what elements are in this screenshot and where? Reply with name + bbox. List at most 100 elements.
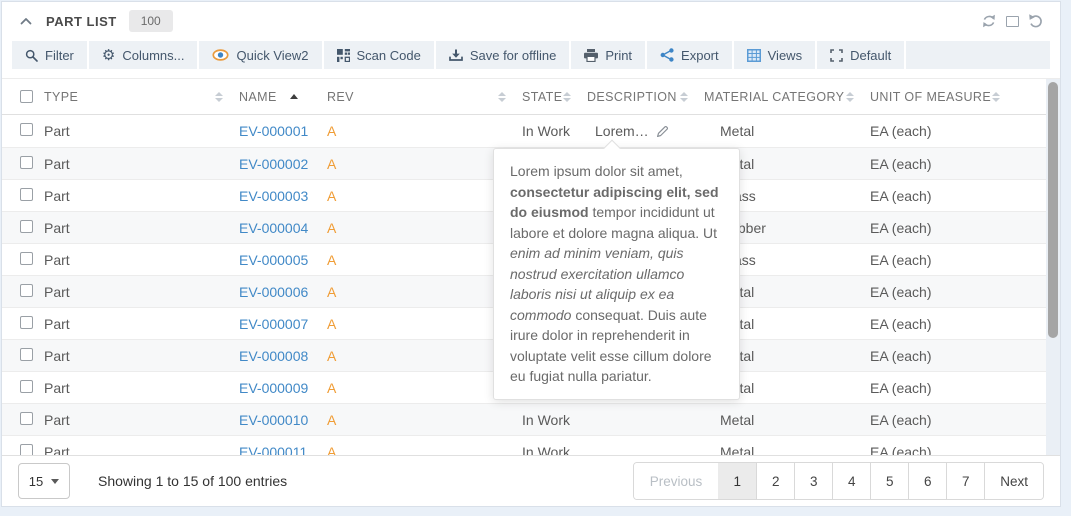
page-number-button[interactable]: 7 xyxy=(946,463,984,499)
row-checkbox[interactable] xyxy=(20,188,33,201)
type-cell: Part xyxy=(44,444,239,456)
eye-icon xyxy=(212,49,229,61)
qr-code-icon xyxy=(337,49,350,62)
row-checkbox[interactable] xyxy=(20,156,33,169)
next-page-button[interactable]: Next xyxy=(984,463,1043,499)
sort-icon xyxy=(992,92,1000,102)
export-button[interactable]: Export xyxy=(647,41,732,69)
row-checkbox[interactable] xyxy=(20,284,33,297)
material-cell: Metal xyxy=(704,123,870,139)
column-header-rev[interactable]: REV xyxy=(327,90,522,104)
rev-cell: A xyxy=(327,412,522,428)
vertical-scrollbar-thumb[interactable] xyxy=(1048,82,1058,338)
part-list-panel: PART LIST 100 xyxy=(1,1,1061,507)
tooltip-text: Lorem ipsum dolor sit amet, consectetur … xyxy=(510,163,719,384)
row-checkbox[interactable] xyxy=(20,348,33,361)
uom-cell: EA (each) xyxy=(870,380,1046,396)
part-name-link[interactable]: EV-000001 xyxy=(239,123,308,139)
row-checkbox[interactable] xyxy=(20,380,33,393)
state-cell: In Work xyxy=(522,444,587,456)
download-icon xyxy=(449,49,463,62)
uom-cell: EA (each) xyxy=(870,348,1046,364)
undo-icon xyxy=(1028,13,1044,29)
type-cell: Part xyxy=(44,123,239,139)
part-name-link[interactable]: EV-000004 xyxy=(239,220,308,236)
share-icon xyxy=(660,48,674,62)
uom-cell: EA (each) xyxy=(870,123,1046,139)
rev-cell: A xyxy=(327,123,522,139)
part-name-link[interactable]: EV-000006 xyxy=(239,284,308,300)
part-name-link[interactable]: EV-000007 xyxy=(239,316,308,332)
page-number-button[interactable]: 2 xyxy=(756,463,794,499)
column-header-description[interactable]: DESCRIPTION xyxy=(587,90,704,104)
table-header-row: TYPE NAME REV STATE DESCRIPTION xyxy=(2,79,1046,115)
default-view-button[interactable]: Default xyxy=(817,41,904,69)
sort-icon xyxy=(680,92,688,102)
previous-page-button[interactable]: Previous xyxy=(634,463,719,499)
table-area: TYPE NAME REV STATE DESCRIPTION xyxy=(2,78,1060,455)
material-cell: Metal xyxy=(704,412,870,428)
edit-pencil-icon[interactable] xyxy=(656,125,669,138)
table-grid-icon xyxy=(747,49,761,62)
row-checkbox[interactable] xyxy=(20,316,33,329)
vertical-scrollbar-track[interactable] xyxy=(1046,79,1060,455)
count-badge: 100 xyxy=(129,10,173,32)
print-button[interactable]: Print xyxy=(571,41,645,69)
maximize-button[interactable] xyxy=(1006,16,1019,27)
type-cell: Part xyxy=(44,156,239,172)
page-number-button[interactable]: 1 xyxy=(718,463,756,499)
page-size-dropdown[interactable]: 15 xyxy=(18,463,70,499)
part-name-link[interactable]: EV-000002 xyxy=(239,156,308,172)
type-cell: Part xyxy=(44,380,239,396)
sort-icon xyxy=(215,92,223,102)
part-name-link[interactable]: EV-000009 xyxy=(239,380,308,396)
uom-cell: EA (each) xyxy=(870,444,1046,456)
table-row: Part EV-000001 A In Work Lorem… Metal EA… xyxy=(2,115,1046,147)
part-name-link[interactable]: EV-000005 xyxy=(239,252,308,268)
select-all-checkbox[interactable] xyxy=(20,90,33,103)
save-offline-button[interactable]: Save for offline xyxy=(436,41,569,69)
collapse-panel-button[interactable] xyxy=(18,15,34,27)
type-cell: Part xyxy=(44,284,239,300)
refresh-button[interactable] xyxy=(981,13,997,29)
part-name-link[interactable]: EV-000010 xyxy=(239,412,308,428)
table-row: Part EV-000011 A In Work Metal EA (each) xyxy=(2,435,1046,455)
row-checkbox[interactable] xyxy=(20,444,33,456)
sort-icon xyxy=(498,92,506,102)
part-name-link[interactable]: EV-000011 xyxy=(239,444,307,456)
column-header-unit-of-measure[interactable]: UNIT OF MEASURE xyxy=(870,90,1046,104)
type-cell: Part xyxy=(44,348,239,364)
restore-button[interactable] xyxy=(1028,13,1044,29)
columns-button[interactable]: ⚙ Columns... xyxy=(89,41,198,69)
row-checkbox[interactable] xyxy=(20,252,33,265)
type-cell: Part xyxy=(44,188,239,204)
showing-entries-text: Showing 1 to 15 of 100 entries xyxy=(98,473,287,489)
description-cell: Lorem… xyxy=(587,123,704,139)
page-number-button[interactable]: 4 xyxy=(832,463,870,499)
row-checkbox[interactable] xyxy=(20,412,33,425)
filter-button[interactable]: Filter xyxy=(12,41,87,69)
uom-cell: EA (each) xyxy=(870,220,1046,236)
column-header-type[interactable]: TYPE xyxy=(44,90,239,104)
row-checkbox[interactable] xyxy=(20,220,33,233)
quick-view-button[interactable]: Quick View2 xyxy=(199,41,321,69)
views-button[interactable]: Views xyxy=(734,41,815,69)
header-checkbox-cell xyxy=(2,90,44,103)
sort-icon xyxy=(563,92,571,102)
column-header-material-category[interactable]: MATERIAL CATEGORY xyxy=(704,90,870,104)
type-cell: Part xyxy=(44,412,239,428)
column-header-name[interactable]: NAME xyxy=(239,90,327,104)
uom-cell: EA (each) xyxy=(870,412,1046,428)
column-header-state[interactable]: STATE xyxy=(522,90,587,104)
scan-code-button[interactable]: Scan Code xyxy=(324,41,434,69)
page-number-button[interactable]: 5 xyxy=(870,463,908,499)
row-checkbox[interactable] xyxy=(20,123,33,136)
sort-ascending-icon xyxy=(290,94,298,99)
page-number-button[interactable]: 6 xyxy=(908,463,946,499)
chevron-up-icon xyxy=(20,17,32,25)
page-number-button[interactable]: 3 xyxy=(794,463,832,499)
footer: 15 Showing 1 to 15 of 100 entries Previo… xyxy=(2,455,1060,506)
uom-cell: EA (each) xyxy=(870,316,1046,332)
part-name-link[interactable]: EV-000008 xyxy=(239,348,308,364)
part-name-link[interactable]: EV-000003 xyxy=(239,188,308,204)
